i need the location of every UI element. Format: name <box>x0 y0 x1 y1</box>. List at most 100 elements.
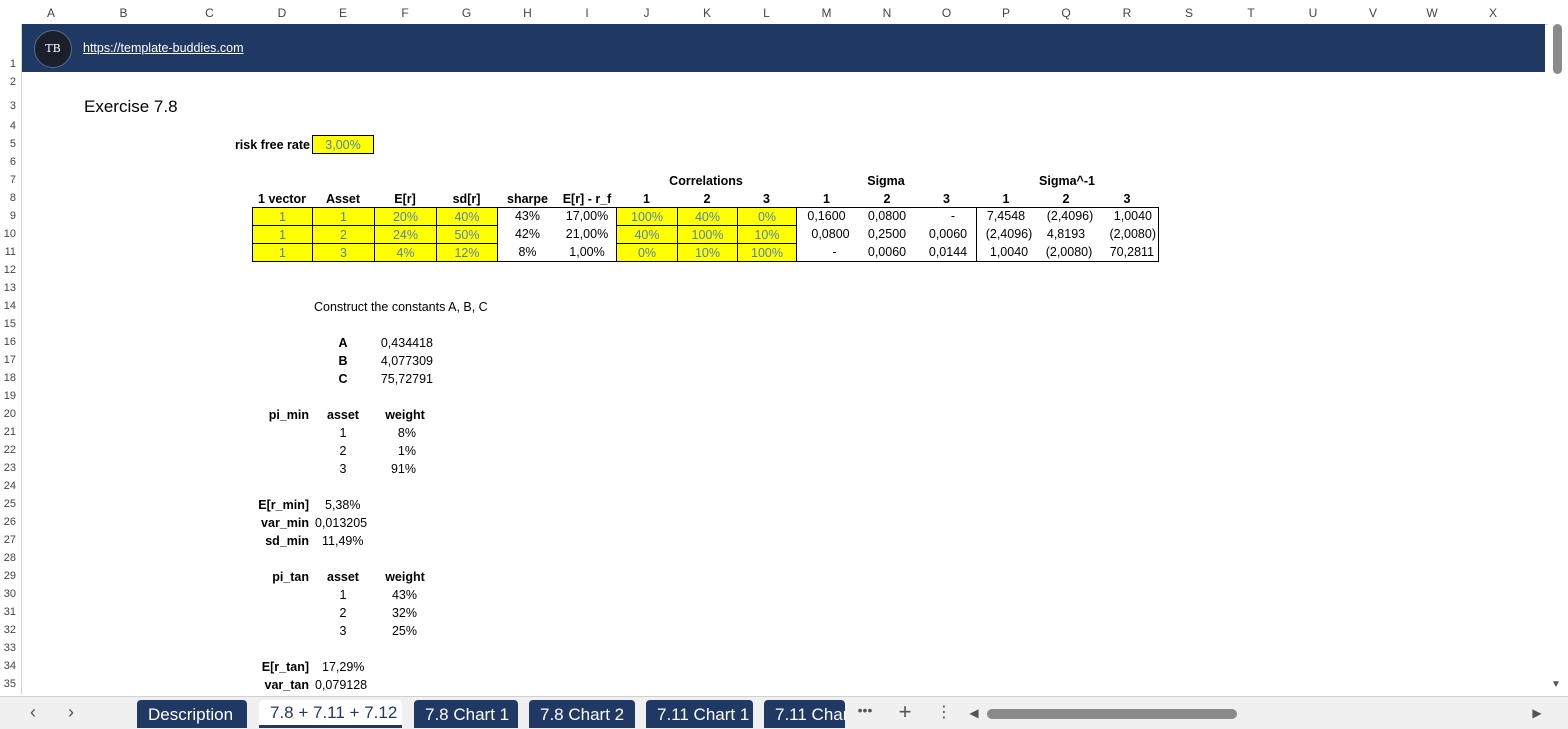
vertical-scrollbar[interactable] <box>1548 24 1568 694</box>
table-cell-input[interactable]: 12% <box>436 243 498 262</box>
table-cell-input[interactable]: 2 <box>312 225 375 244</box>
row-header[interactable]: 22 <box>0 444 16 456</box>
table-cell-input[interactable]: 10% <box>677 243 738 262</box>
chevron-right-icon[interactable]: › <box>62 702 80 723</box>
column-header[interactable]: E <box>312 0 374 24</box>
row-header[interactable]: 1 <box>0 58 16 70</box>
row-header[interactable]: 13 <box>0 282 16 294</box>
table-cell-input[interactable]: 100% <box>737 243 797 262</box>
table-cell-input[interactable]: 1 <box>252 207 313 226</box>
column-header[interactable]: B <box>80 0 167 24</box>
row-header[interactable]: 8 <box>0 192 16 204</box>
row-header[interactable]: 26 <box>0 516 16 528</box>
tab-7-8-chart-1[interactable]: 7.8 Chart 1 <box>414 700 518 728</box>
row-header[interactable]: 25 <box>0 498 16 510</box>
row-header[interactable]: 19 <box>0 390 16 402</box>
row-header[interactable]: 28 <box>0 552 16 564</box>
table-cell-input[interactable]: 100% <box>616 207 678 226</box>
row-header[interactable]: 29 <box>0 570 16 582</box>
row-header[interactable]: 11 <box>0 246 16 258</box>
row-header[interactable]: 33 <box>0 642 16 654</box>
column-header[interactable]: M <box>796 0 857 24</box>
row-header[interactable]: 6 <box>0 156 16 168</box>
row-header[interactable]: 20 <box>0 408 16 420</box>
table-cell-input[interactable]: 1 <box>252 243 313 262</box>
column-header[interactable]: I <box>558 0 616 24</box>
row-header[interactable]: 10 <box>0 228 16 240</box>
column-header[interactable]: W <box>1402 0 1462 24</box>
column-header[interactable]: T <box>1220 0 1282 24</box>
tab-7-11-chart-1[interactable]: 7.11 Chart 1 <box>646 700 753 728</box>
row-header[interactable]: 27 <box>0 534 16 546</box>
row-header[interactable]: 32 <box>0 624 16 636</box>
column-header[interactable]: V <box>1344 0 1402 24</box>
row-header[interactable]: 24 <box>0 480 16 492</box>
column-header[interactable]: J <box>616 0 677 24</box>
column-header[interactable]: F <box>374 0 436 24</box>
column-header[interactable]: X <box>1462 0 1524 24</box>
column-header[interactable]: P <box>976 0 1036 24</box>
table-cell-input[interactable]: 40% <box>616 225 678 244</box>
kebab-icon[interactable]: ⋮ <box>935 702 953 722</box>
column-header[interactable]: O <box>917 0 976 24</box>
table-cell-input[interactable]: 4% <box>374 243 437 262</box>
scroll-right-icon[interactable]: ▶ <box>1530 706 1544 720</box>
column-header[interactable]: A <box>22 0 80 24</box>
row-header[interactable]: 21 <box>0 426 16 438</box>
tab-description[interactable]: Description <box>137 700 247 728</box>
table-header: sd[r] <box>452 192 481 206</box>
column-header[interactable]: G <box>436 0 497 24</box>
row-header[interactable]: 31 <box>0 606 16 618</box>
row-header[interactable]: 7 <box>0 174 16 186</box>
scroll-down-icon[interactable]: ▼ <box>1551 679 1561 690</box>
table-cell-input[interactable]: 3 <box>312 243 375 262</box>
column-header[interactable]: C <box>167 0 252 24</box>
row-header[interactable]: 18 <box>0 372 16 384</box>
row-header[interactable]: 12 <box>0 264 16 276</box>
column-header[interactable]: U <box>1282 0 1344 24</box>
row-header[interactable]: 3 <box>0 100 16 112</box>
row-header[interactable]: 30 <box>0 588 16 600</box>
row-header[interactable]: 15 <box>0 318 16 330</box>
table-cell-input[interactable]: 40% <box>677 207 738 226</box>
row-header[interactable]: 14 <box>0 300 16 312</box>
table-cell-input[interactable]: 24% <box>374 225 437 244</box>
row-header[interactable]: 2 <box>0 76 16 88</box>
row-header[interactable]: 5 <box>0 138 16 150</box>
column-header[interactable]: D <box>252 0 312 24</box>
column-header[interactable]: Q <box>1036 0 1096 24</box>
column-header[interactable]: S <box>1158 0 1220 24</box>
tab-7-8-chart-2[interactable]: 7.8 Chart 2 <box>529 700 635 728</box>
row-header[interactable]: 9 <box>0 210 16 222</box>
tab-7-11-chart-2[interactable]: 7.11 Char <box>764 700 845 728</box>
chevron-left-icon[interactable]: ‹ <box>24 702 42 723</box>
vertical-scrollbar-thumb[interactable] <box>1553 24 1562 74</box>
risk-free-rate-input[interactable]: 3,00% <box>312 135 374 154</box>
column-header[interactable]: N <box>857 0 917 24</box>
table-cell-input[interactable]: 1 <box>252 225 313 244</box>
row-header[interactable]: 35 <box>0 678 16 690</box>
table-cell-input[interactable]: 50% <box>436 225 498 244</box>
plus-icon[interactable]: + <box>893 699 917 725</box>
column-header[interactable]: H <box>497 0 558 24</box>
row-header[interactable]: 16 <box>0 336 16 348</box>
table-cell-input[interactable]: 100% <box>677 225 738 244</box>
row-header[interactable]: 4 <box>0 120 16 132</box>
website-link[interactable]: https://template-buddies.com <box>83 41 244 55</box>
column-header[interactable]: R <box>1096 0 1158 24</box>
column-header[interactable]: L <box>737 0 796 24</box>
column-header[interactable]: K <box>677 0 737 24</box>
table-cell-input[interactable]: 0% <box>737 207 797 226</box>
table-cell-input[interactable]: 40% <box>436 207 498 226</box>
horizontal-scrollbar-thumb[interactable] <box>987 709 1237 719</box>
table-cell-input[interactable]: 1 <box>312 207 375 226</box>
table-cell-input[interactable]: 0% <box>616 243 678 262</box>
row-header[interactable]: 34 <box>0 660 16 672</box>
tab-7-8-7-11-7-12[interactable]: 7.8 + 7.11 + 7.12 <box>259 700 402 728</box>
scroll-left-icon[interactable]: ◀ <box>967 706 981 720</box>
more-icon[interactable]: ••• <box>853 702 877 718</box>
row-header[interactable]: 23 <box>0 462 16 474</box>
table-cell-input[interactable]: 20% <box>374 207 437 226</box>
row-header[interactable]: 17 <box>0 354 16 366</box>
table-cell-input[interactable]: 10% <box>737 225 797 244</box>
